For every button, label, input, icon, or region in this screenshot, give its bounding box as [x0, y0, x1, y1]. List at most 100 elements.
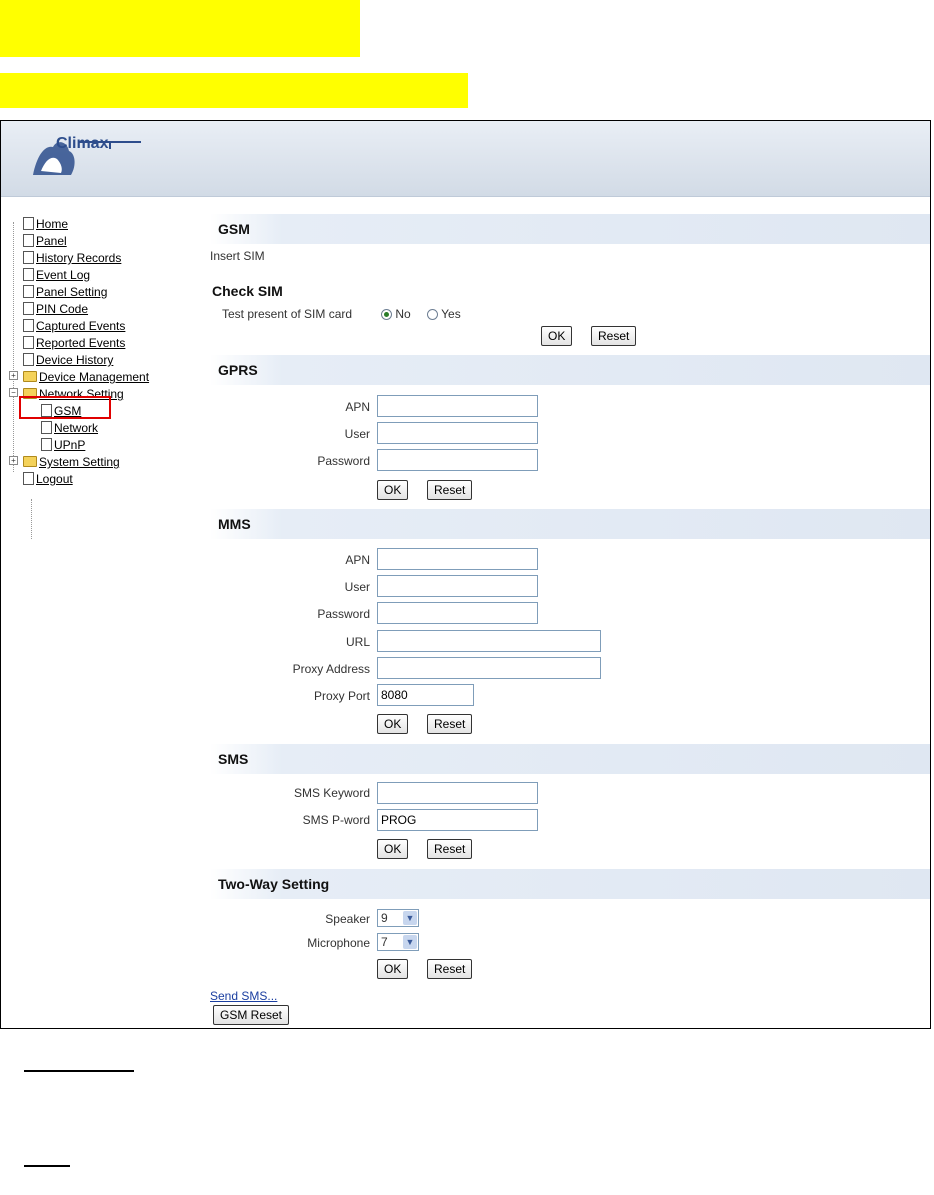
expand-plus-icon[interactable]: +: [9, 371, 18, 380]
sidebar-item-captured-events[interactable]: Captured Events: [23, 318, 125, 334]
sidebar-item-event-log[interactable]: Event Log: [23, 267, 90, 283]
send-sms-link[interactable]: Send SMS...: [210, 989, 277, 1003]
gprs-apn-label: APN: [345, 400, 370, 414]
gprs-password-input[interactable]: [377, 449, 538, 471]
gprs-password-label: Password: [317, 454, 370, 468]
two-way-reset-button[interactable]: Reset: [427, 959, 473, 979]
sidebar-item-home[interactable]: Home: [23, 216, 68, 232]
section-title: Two-Way Setting: [218, 876, 330, 892]
sidebar-item-label: Device History: [36, 353, 114, 367]
sidebar-item-label: Network: [54, 421, 99, 435]
brand-name: Climax: [56, 135, 109, 152]
mms-url-input[interactable]: [377, 630, 601, 652]
tree-line: [31, 499, 32, 539]
sidebar-item-history-records[interactable]: History Records: [23, 250, 121, 266]
radio-label: No: [395, 307, 411, 321]
page-icon: [23, 217, 34, 230]
sms-keyword-input[interactable]: [377, 782, 538, 804]
sms-reset-button[interactable]: Reset: [427, 839, 473, 859]
selection-highlight-box: [19, 396, 111, 419]
chevron-down-icon[interactable]: ▼: [403, 935, 417, 949]
mms-proxy-address-label: Proxy Address: [292, 662, 370, 676]
page-icon: [23, 336, 34, 349]
section-title: GSM: [218, 221, 250, 237]
page-icon: [41, 438, 52, 451]
microphone-label: Microphone: [307, 936, 370, 950]
sms-section-header: SMS: [210, 744, 930, 774]
mms-apn-input[interactable]: [377, 548, 538, 570]
test-sim-label: Test present of SIM card: [222, 307, 353, 321]
sms-pword-label: SMS P-word: [302, 813, 370, 827]
sidebar-item-panel[interactable]: Panel: [23, 233, 67, 249]
sidebar-item-label: System Setting: [39, 455, 120, 469]
sidebar-item-label: Panel: [36, 234, 67, 248]
folder-icon: [23, 456, 37, 467]
page-icon: [23, 234, 34, 247]
page-icon: [23, 251, 34, 264]
mms-password-label: Password: [317, 607, 370, 621]
mms-apn-label: APN: [345, 553, 370, 567]
page-icon: [23, 268, 34, 281]
sidebar-item-pin-code[interactable]: PIN Code: [23, 301, 88, 317]
heading-underline: [24, 1165, 70, 1167]
sidebar-item-label: Captured Events: [36, 319, 126, 333]
gprs-section-header: GPRS: [210, 355, 930, 385]
collapse-minus-icon[interactable]: −: [9, 388, 18, 397]
page-icon: [23, 302, 34, 315]
gsm-reset-button[interactable]: GSM Reset: [213, 1005, 290, 1025]
heading-underline: [24, 1070, 134, 1072]
two-way-section-header: Two-Way Setting: [210, 869, 930, 899]
folder-icon: [23, 371, 37, 382]
sidebar-item-reported-events[interactable]: Reported Events: [23, 335, 125, 351]
gprs-ok-button[interactable]: OK: [377, 480, 409, 500]
sidebar-item-device-management[interactable]: Device Management: [23, 369, 149, 385]
mms-proxy-port-input[interactable]: [377, 684, 474, 706]
gprs-reset-button[interactable]: Reset: [427, 480, 473, 500]
page-icon: [23, 319, 34, 332]
mms-proxy-address-input[interactable]: [377, 657, 601, 679]
sidebar-item-label: Device Management: [39, 370, 150, 384]
sidebar-item-system-setting[interactable]: System Setting: [23, 454, 120, 470]
sidebar-item-upnp[interactable]: UPnP: [41, 437, 85, 453]
tree-line: [13, 222, 14, 472]
sidebar-item-label: Reported Events: [36, 336, 126, 350]
sidebar-item-label: UPnP: [54, 438, 86, 452]
gprs-apn-input[interactable]: [377, 395, 538, 417]
chevron-down-icon[interactable]: ▼: [403, 911, 417, 925]
sidebar-item-device-history[interactable]: Device History: [23, 352, 113, 368]
section-title: GPRS: [218, 362, 258, 378]
radio-button[interactable]: [427, 309, 438, 320]
section-title: MMS: [218, 516, 251, 532]
mms-ok-button[interactable]: OK: [377, 714, 409, 734]
gprs-user-input[interactable]: [377, 422, 538, 444]
sidebar-item-label: History Records: [36, 251, 122, 265]
sidebar-item-label: Logout: [36, 472, 73, 486]
check-sim-ok-button[interactable]: OK: [541, 326, 573, 346]
check-sim-reset-button[interactable]: Reset: [591, 326, 637, 346]
mms-user-label: User: [344, 580, 370, 594]
mms-reset-button[interactable]: Reset: [427, 714, 473, 734]
insert-sim-text: Insert SIM: [210, 249, 265, 263]
page-icon: [23, 472, 34, 485]
microphone-select[interactable]: 7 ▼: [377, 933, 419, 951]
radio-yes-option[interactable]: Yes: [427, 307, 461, 321]
sms-pword-input[interactable]: [377, 809, 538, 831]
sms-ok-button[interactable]: OK: [377, 839, 409, 859]
highlight-bar-second: [0, 73, 468, 108]
radio-button-checked[interactable]: [381, 309, 392, 320]
expand-plus-icon[interactable]: +: [9, 456, 18, 465]
radio-no-option[interactable]: No: [381, 307, 411, 321]
sidebar-item-label: Home: [36, 217, 69, 231]
speaker-select[interactable]: 9 ▼: [377, 909, 419, 927]
header-banner: Climax: [1, 121, 930, 197]
two-way-ok-button[interactable]: OK: [377, 959, 409, 979]
mms-user-input[interactable]: [377, 575, 538, 597]
highlight-bar-top: [0, 0, 360, 57]
sidebar-item-label: PIN Code: [36, 302, 89, 316]
sidebar-item-logout[interactable]: Logout: [23, 471, 73, 487]
microphone-value: 7: [381, 935, 388, 949]
mms-password-input[interactable]: [377, 602, 538, 624]
sidebar-item-network[interactable]: Network: [41, 420, 98, 436]
sidebar-item-panel-setting[interactable]: Panel Setting: [23, 284, 107, 300]
radio-label: Yes: [441, 307, 461, 321]
